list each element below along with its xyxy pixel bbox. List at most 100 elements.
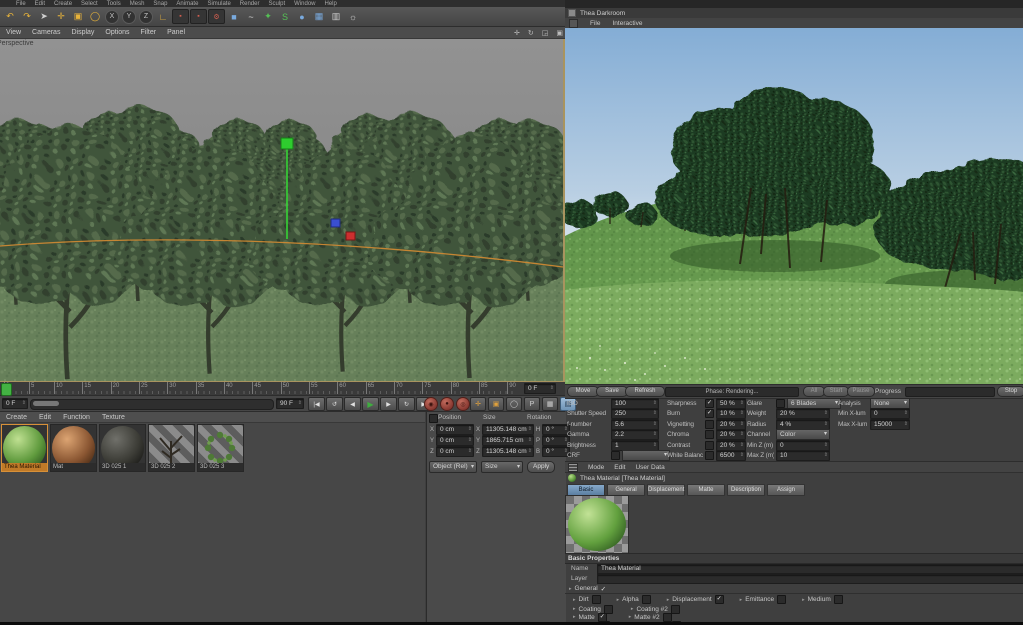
material-thumb[interactable]: Mat bbox=[50, 424, 97, 472]
render-view-icon[interactable]: ▪ bbox=[172, 9, 189, 24]
axis-x-toggle[interactable]: X bbox=[105, 10, 119, 24]
material-thumb[interactable]: 3D 025 3 bbox=[197, 424, 244, 472]
autokeying-button[interactable]: ● bbox=[440, 397, 454, 411]
move-button[interactable]: Move bbox=[567, 386, 599, 397]
keyframe-selection-button[interactable]: ◎ bbox=[456, 397, 470, 411]
save-button[interactable]: Save bbox=[596, 386, 628, 397]
light-icon[interactable]: ☼ bbox=[345, 9, 361, 24]
menu-item[interactable]: Simulate bbox=[207, 1, 230, 7]
axis-z-toggle[interactable]: Z bbox=[139, 10, 153, 24]
key-scale-toggle[interactable]: ▣ bbox=[488, 397, 504, 411]
menu-item[interactable]: Tools bbox=[107, 1, 121, 7]
all-button[interactable]: All bbox=[803, 386, 825, 397]
goto-start-button[interactable]: |◀ bbox=[308, 397, 325, 411]
menu-item[interactable]: Help bbox=[325, 1, 337, 7]
setting-checkbox[interactable] bbox=[705, 451, 714, 460]
maximize-view-icon[interactable]: ▣ bbox=[556, 29, 563, 37]
expand-arrow-icon[interactable] bbox=[740, 597, 743, 603]
apply-button[interactable]: Apply bbox=[527, 461, 555, 473]
timeline-playhead[interactable] bbox=[1, 383, 12, 396]
coordinates-lock-checkbox[interactable] bbox=[429, 414, 438, 423]
setting-checkbox[interactable] bbox=[705, 409, 714, 418]
menu-item[interactable]: Mesh bbox=[130, 1, 145, 7]
menu-item[interactable]: Sculpt bbox=[268, 1, 285, 7]
setting-field[interactable]: None bbox=[870, 398, 910, 409]
zoom-view-icon[interactable]: ◲ bbox=[542, 29, 549, 37]
material-preview[interactable] bbox=[565, 495, 629, 554]
step-forward-button[interactable]: ▶ bbox=[380, 397, 397, 411]
menu-item[interactable]: File bbox=[16, 1, 26, 7]
attribute-tab[interactable]: Assign bbox=[767, 484, 805, 496]
setting-field[interactable]: 5.6 bbox=[611, 419, 659, 430]
menu-item[interactable]: Select bbox=[81, 1, 98, 7]
section-header[interactable]: Basic Properties bbox=[565, 553, 1023, 564]
size-field[interactable]: 1865.715 cm bbox=[482, 435, 534, 446]
perspective-viewport[interactable]: Perspective bbox=[0, 39, 565, 381]
channel-toggle[interactable]: Emittance bbox=[740, 595, 786, 604]
hamburger-icon[interactable] bbox=[568, 463, 578, 472]
mode-menu[interactable]: Mode bbox=[588, 464, 604, 471]
menu-item[interactable]: Animate bbox=[176, 1, 198, 7]
setting-field[interactable]: 6500 bbox=[716, 450, 746, 461]
expand-arrow-icon[interactable] bbox=[617, 597, 620, 603]
setting-checkbox[interactable] bbox=[705, 430, 714, 439]
undo-icon[interactable]: ↶ bbox=[2, 9, 18, 24]
channel-checkbox[interactable] bbox=[642, 595, 651, 604]
material-menu-item[interactable]: Create bbox=[6, 414, 27, 421]
expand-arrow-icon[interactable] bbox=[573, 597, 576, 603]
setting-field[interactable]: 10 % bbox=[716, 408, 746, 419]
viewport-label[interactable]: Perspective bbox=[0, 40, 34, 47]
key-position-toggle[interactable]: ✛ bbox=[470, 397, 486, 411]
channel-toggle[interactable]: Medium bbox=[802, 595, 843, 604]
setting-field[interactable]: 15000 bbox=[870, 419, 910, 430]
preview-range-slider[interactable] bbox=[30, 399, 274, 410]
play-button[interactable]: ▶ bbox=[362, 397, 379, 411]
menu-item[interactable]: Create bbox=[54, 1, 72, 7]
channel-toggle[interactable]: Displacement bbox=[667, 595, 724, 604]
channel-checkbox[interactable] bbox=[834, 595, 843, 604]
setting-field[interactable]: 1 bbox=[611, 440, 659, 451]
material-menu-item[interactable]: Function bbox=[63, 414, 90, 421]
expand-arrow-icon[interactable] bbox=[573, 606, 576, 612]
material-menu-item[interactable]: Edit bbox=[39, 414, 51, 421]
deformer-icon[interactable]: S bbox=[277, 9, 293, 24]
menu-item[interactable]: Render bbox=[240, 1, 260, 7]
position-field[interactable]: 0 cm bbox=[436, 446, 474, 457]
scale-tool-icon[interactable]: ▣ bbox=[70, 9, 86, 24]
start-button[interactable]: Start bbox=[823, 386, 849, 397]
position-field[interactable]: 0 cm bbox=[436, 424, 474, 435]
size-field[interactable]: 11305.148 cm bbox=[482, 424, 534, 435]
size-mode-dropdown[interactable]: Size bbox=[481, 461, 523, 473]
viewport-menu-display[interactable]: Display bbox=[71, 29, 94, 36]
general-checkbox[interactable]: ✓ bbox=[601, 585, 606, 593]
setting-field[interactable]: 20 % bbox=[716, 429, 746, 440]
darkroom-menu-interactive[interactable]: Interactive bbox=[612, 20, 642, 27]
viewport-menu-filter[interactable]: Filter bbox=[141, 29, 157, 36]
attribute-tab[interactable]: Description bbox=[727, 484, 765, 496]
darkroom-menu-file[interactable]: File bbox=[590, 20, 600, 27]
pan-view-icon[interactable]: ✛ bbox=[514, 29, 520, 37]
menu-item[interactable]: Snap bbox=[153, 1, 167, 7]
viewport-canvas[interactable] bbox=[0, 39, 563, 381]
material-thumb[interactable]: Thea Material bbox=[1, 424, 48, 472]
material-thumb[interactable]: 3D 025 1 bbox=[99, 424, 146, 472]
expand-arrow-icon[interactable] bbox=[802, 597, 805, 603]
loop-button[interactable]: ↻ bbox=[398, 397, 415, 411]
coordinate-system-icon[interactable]: ∟ bbox=[155, 9, 171, 24]
setting-checkbox[interactable] bbox=[611, 451, 620, 460]
viewport-menu-panel[interactable]: Panel bbox=[167, 29, 185, 36]
range-slider-handle[interactable] bbox=[33, 401, 59, 406]
setting-field[interactable]: 0 bbox=[776, 440, 830, 451]
layer-input[interactable] bbox=[597, 574, 1023, 584]
render-to-picture-icon[interactable]: ▪ bbox=[190, 9, 207, 24]
user-data-menu[interactable]: User Data bbox=[635, 464, 664, 471]
camera-icon[interactable]: ▥ bbox=[328, 9, 344, 24]
expand-arrow-icon[interactable] bbox=[631, 606, 634, 612]
dock-icon[interactable] bbox=[569, 19, 578, 28]
orbit-view-icon[interactable]: ↻ bbox=[528, 29, 534, 37]
generator-icon[interactable]: ✦ bbox=[260, 9, 276, 24]
key-rotation-toggle[interactable]: ◯ bbox=[506, 397, 522, 411]
setting-checkbox[interactable] bbox=[705, 399, 714, 408]
menu-item[interactable]: Window bbox=[294, 1, 315, 7]
name-input[interactable]: Thea Material bbox=[597, 564, 1023, 574]
